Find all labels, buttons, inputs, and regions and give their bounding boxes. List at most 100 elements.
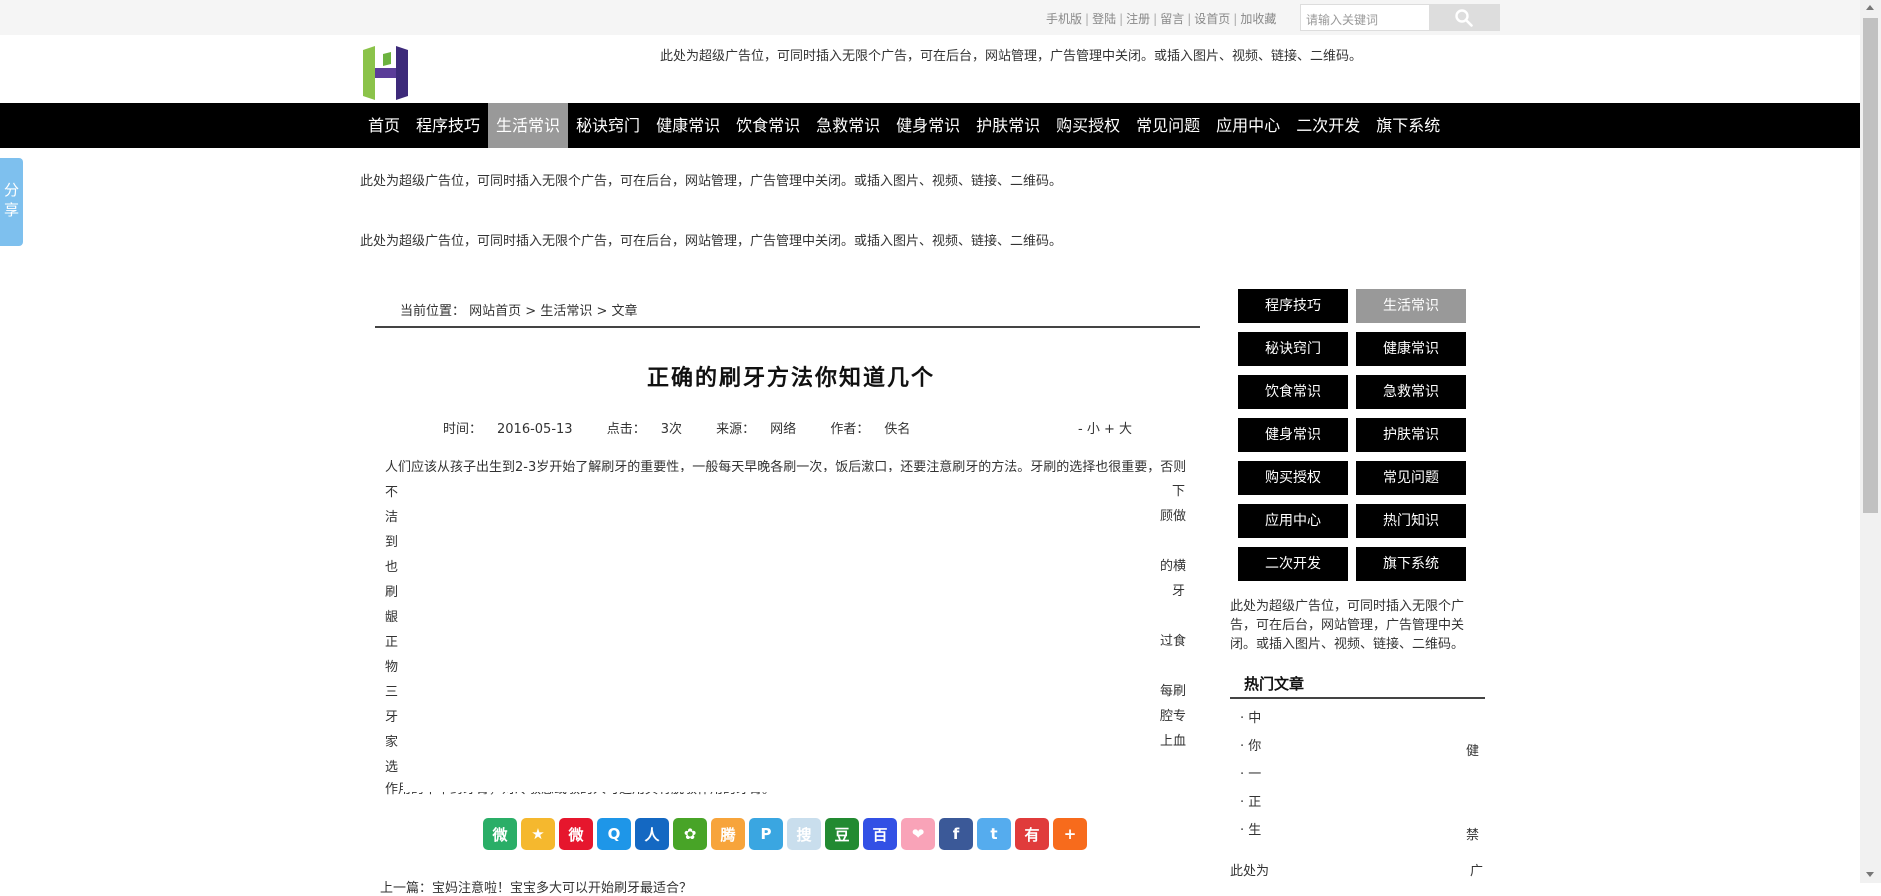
sidebar-category[interactable]: 健身常识: [1238, 418, 1348, 452]
hot-articles-title: 热门文章: [1244, 675, 1305, 693]
breadcrumb: 当前位置： 网站首页 > 生活常识 > 文章: [400, 300, 638, 319]
top-link[interactable]: 登陆: [1092, 12, 1116, 26]
hot-article-item[interactable]: · 正: [1240, 792, 1261, 820]
sidebar-category[interactable]: 热门知识: [1356, 504, 1466, 538]
article-text-fragment: 每刷: [1160, 684, 1187, 699]
article-text-fragment: 牙: [1172, 584, 1186, 599]
sidebar-category[interactable]: 健康常识: [1356, 332, 1466, 366]
nav-item[interactable]: 购买授权: [1048, 103, 1128, 148]
link-separator: |: [1187, 12, 1192, 26]
nav-item[interactable]: 健康常识: [648, 103, 728, 148]
nav-item[interactable]: 旗下系统: [1368, 103, 1448, 148]
sidebar-category[interactable]: 急救常识: [1356, 375, 1466, 409]
twitter-share-icon[interactable]: t: [977, 818, 1011, 850]
search-button[interactable]: [1430, 4, 1500, 31]
nav-item[interactable]: 护肤常识: [968, 103, 1048, 148]
tqq-share-icon[interactable]: 腾: [711, 818, 745, 850]
tsohu-share-icon[interactable]: 搜: [787, 818, 821, 850]
baidu-share-icon[interactable]: 百: [863, 818, 897, 850]
wechat-share-icon[interactable]: 微: [483, 818, 517, 850]
qq-share-icon[interactable]: Q: [597, 818, 631, 850]
hot-article-title-tail: 健: [1466, 744, 1480, 759]
search-input[interactable]: 请输入关键词: [1300, 4, 1430, 31]
scrollbar[interactable]: [1860, 0, 1881, 883]
top-link[interactable]: 手机版: [1046, 12, 1082, 26]
sidebar-ad-2-tail: 广: [1470, 864, 1484, 879]
font-size-control[interactable]: - 小 + 大: [1078, 418, 1132, 437]
sidebar-category[interactable]: 二次开发: [1238, 547, 1348, 581]
meta-author: 作者： 佚名: [830, 422, 911, 437]
breadcrumb-category[interactable]: 生活常识: [540, 304, 592, 319]
douban-share-icon[interactable]: 豆: [825, 818, 859, 850]
scroll-down-icon[interactable]: [1866, 872, 1874, 877]
article-text-fragment: 过食: [1160, 634, 1187, 649]
qzone-share-icon[interactable]: ★: [521, 818, 555, 850]
weibo-share-icon[interactable]: 微: [559, 818, 593, 850]
loading-overlay: [1266, 710, 1476, 860]
share-tab[interactable]: 分享: [0, 158, 23, 246]
hot-article-item[interactable]: · 一: [1240, 764, 1261, 792]
article-text-fragment: 的横: [1160, 559, 1187, 574]
sidebar-category[interactable]: 应用中心: [1238, 504, 1348, 538]
hot-article-item[interactable]: · 中: [1240, 708, 1261, 736]
youdao-share-icon[interactable]: 有: [1015, 818, 1049, 850]
sidebar-category[interactable]: 程序技巧: [1238, 289, 1348, 323]
sidebar-category[interactable]: 秘诀窍门: [1238, 332, 1348, 366]
hot-articles-list: · 中 · 你 · 一 · 正 · 生: [1240, 708, 1261, 848]
meta-time: 时间： 2016-05-13: [443, 422, 573, 437]
link-separator: |: [1233, 12, 1238, 26]
hot-article-item[interactable]: · 生: [1240, 820, 1261, 848]
ad-banner-2[interactable]: 此处为超级广告位，可同时插入无限个广告，可在后台，网站管理，广告管理中关闭。或插…: [360, 230, 1062, 249]
nav-item[interactable]: 二次开发: [1288, 103, 1368, 148]
top-link[interactable]: 加收藏: [1240, 12, 1276, 26]
header-ad[interactable]: 此处为超级广告位，可同时插入无限个广告，可在后台，网站管理，广告管理中关闭。或插…: [660, 45, 1362, 64]
article-meta: 时间： 2016-05-13 点击： 3次 来源： 网络 作者： 佚名: [443, 418, 940, 437]
breadcrumb-home[interactable]: 网站首页: [469, 304, 521, 319]
article-text-fragment: 腔专: [1160, 709, 1187, 724]
top-bar: 手机版 | 登陆 | 注册 | 留言 | 设首页 | 加收藏 请输入关键词: [0, 0, 1860, 35]
article-text-fragment: 顾做: [1160, 509, 1187, 524]
nav-item[interactable]: 饮食常识: [728, 103, 808, 148]
top-link[interactable]: 留言: [1160, 12, 1184, 26]
top-links: 手机版 | 登陆 | 注册 | 留言 | 设首页 | 加收藏: [1046, 10, 1276, 27]
kaixin-share-icon[interactable]: ✿: [673, 818, 707, 850]
article-text-fragment: 下: [1172, 484, 1186, 499]
nav-item[interactable]: 急救常识: [808, 103, 888, 148]
breadcrumb-prefix: 当前位置：: [400, 304, 466, 319]
nav-item[interactable]: 常见问题: [1128, 103, 1208, 148]
nav-item[interactable]: 程序技巧: [408, 103, 488, 148]
hot-article-title: 中: [1248, 711, 1262, 726]
nav-item[interactable]: 健身常识: [888, 103, 968, 148]
sidebar-category[interactable]: 生活常识: [1356, 289, 1466, 323]
prev-article-link[interactable]: 上一篇：宝妈注意啦！宝宝多大可以开始刷牙最适合？: [380, 877, 692, 896]
bookmark-share-icon[interactable]: ❤: [901, 818, 935, 850]
nav-item[interactable]: 首页: [360, 103, 408, 148]
site-logo[interactable]: [363, 46, 408, 100]
hot-article-title: 正: [1248, 795, 1262, 810]
facebook-share-icon[interactable]: f: [939, 818, 973, 850]
sidebar-category[interactable]: 饮食常识: [1238, 375, 1348, 409]
nav-item[interactable]: 应用中心: [1208, 103, 1288, 148]
scrollbar-thumb[interactable]: [1863, 18, 1878, 513]
ad-banner-1[interactable]: 此处为超级广告位，可同时插入无限个广告，可在后台，网站管理，广告管理中关闭。或插…: [360, 170, 1062, 189]
link-separator: |: [1119, 12, 1124, 26]
main-nav: 首页 程序技巧 生活常识 秘诀窍门 健康常识 饮食常识 急救常识 健身常识 护肤常识 购买授权 常见…: [0, 103, 1860, 148]
sidebar-category[interactable]: 购买授权: [1238, 461, 1348, 495]
nav-item[interactable]: 秘诀窍门: [568, 103, 648, 148]
top-link[interactable]: 设首页: [1194, 12, 1230, 26]
hot-article-item[interactable]: · 你: [1240, 736, 1261, 764]
top-link[interactable]: 注册: [1126, 12, 1150, 26]
loading-overlay: [403, 472, 1145, 792]
sidebar-category[interactable]: 旗下系统: [1356, 547, 1466, 581]
more-share-icon[interactable]: +: [1053, 818, 1087, 850]
scroll-up-icon[interactable]: [1866, 5, 1874, 10]
renren-share-icon[interactable]: 人: [635, 818, 669, 850]
article-title: 正确的刷牙方法你知道几个: [647, 366, 936, 391]
sidebar-category[interactable]: 护肤常识: [1356, 418, 1466, 452]
tieba-share-icon[interactable]: P: [749, 818, 783, 850]
sidebar-ad[interactable]: 此处为超级广告位，可同时插入无限个广告，可在后台，网站管理，广告管理中关闭。或插…: [1230, 597, 1485, 654]
nav-item[interactable]: 生活常识: [488, 103, 569, 148]
sidebar-category[interactable]: 常见问题: [1356, 461, 1466, 495]
sidebar-ad-2[interactable]: 此处为: [1230, 860, 1269, 879]
share-tab-label: 分享: [4, 181, 20, 219]
